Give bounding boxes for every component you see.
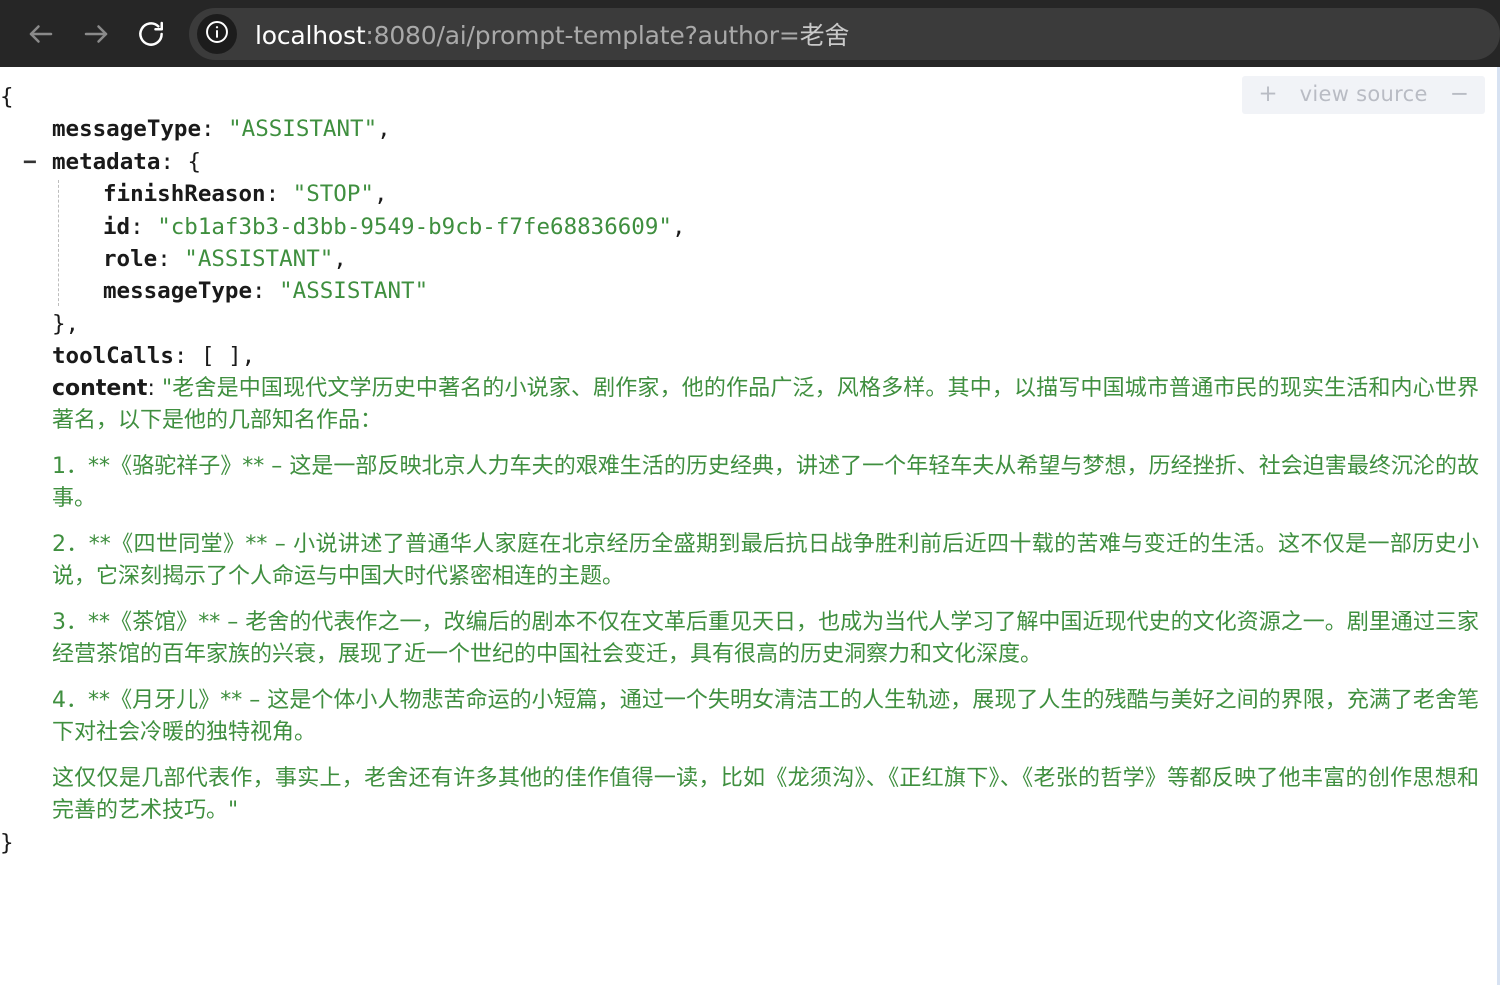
url-text[interactable]: localhost:8080/ai/prompt-template?author… (255, 16, 849, 52)
arrow-left-icon (26, 19, 56, 49)
value-finishReason: "STOP" (292, 181, 374, 208)
comma: , (377, 116, 391, 143)
json-open-brace: { (0, 84, 14, 110)
value-role: "ASSISTANT" (184, 246, 334, 273)
metadata-open-brace: { (187, 148, 202, 175)
content-paragraph-0-text: "老舍是中国现代文学历史中著名的小说家、剧作家，他的作品广泛，风格多样。其中，以… (52, 375, 1480, 433)
metadata-close-brace: }, (52, 310, 80, 337)
key-metadata: metadata (52, 148, 161, 175)
reload-icon (136, 19, 166, 49)
forward-button[interactable] (73, 11, 119, 57)
json-row-role: role: "ASSISTANT", (0, 243, 1487, 275)
colon: : (173, 343, 202, 370)
json-row-finishReason: finishReason: "STOP", (0, 178, 1487, 210)
info-circle-icon (204, 19, 230, 49)
colon: : (252, 278, 280, 305)
value-toolCalls: [ ], (201, 343, 256, 370)
url-host: localhost (255, 20, 366, 50)
content-paragraph-1: 1．**《骆驼祥子》** – 这是一部反映北京人力车夫的艰难生活的历史经典，讲述… (52, 453, 1479, 511)
key-id: id (103, 213, 131, 240)
value-metadata-messageType: "ASSISTANT" (279, 278, 429, 305)
key-role: role (103, 246, 158, 273)
colon: : (157, 246, 185, 273)
comma: , (373, 181, 388, 208)
json-row-id: id: "cb1af3b3-d3bb-9549-b9cb-f7fe6883660… (0, 211, 1487, 243)
reload-button[interactable] (128, 11, 174, 57)
json-row-metadata: metadata: { (0, 146, 1487, 178)
key-messageType: messageType (52, 116, 202, 143)
browser-toolbar: localhost:8080/ai/prompt-template?author… (0, 0, 1500, 67)
value-messageType: "ASSISTANT" (228, 116, 378, 143)
key-metadata-messageType: messageType (103, 278, 253, 305)
colon: : (130, 213, 158, 240)
key-content: content (52, 375, 148, 401)
json-row-messageType: messageType: "ASSISTANT", (0, 113, 1487, 145)
url-param-value: 老舍 (799, 20, 850, 50)
site-info-button[interactable] (197, 13, 237, 54)
comma: , (671, 213, 686, 240)
address-bar[interactable]: localhost:8080/ai/prompt-template?author… (189, 7, 1500, 60)
key-toolCalls: toolCalls (52, 343, 174, 370)
indent-guide-line (58, 180, 59, 306)
json-viewer: { messageType: "ASSISTANT", − metadata: … (0, 67, 1497, 859)
colon: : (147, 375, 162, 401)
metadata-collapse-toggle[interactable]: − (23, 146, 37, 178)
page-viewport: + view source − { messageType: "ASSISTAN… (0, 67, 1500, 985)
colon: : (201, 116, 229, 143)
metadata-block: − metadata: { finishReason: "STOP", id: … (0, 146, 1487, 340)
comma: , (333, 246, 347, 273)
value-id: "cb1af3b3-d3bb-9549-b9cb-f7fe68836609" (157, 213, 672, 240)
content-paragraph-2: 2．**《四世同堂》** – 小说讲述了普通华人家庭在北京经历全盛期到最后抗日战… (52, 531, 1479, 589)
back-button[interactable] (18, 11, 64, 57)
content-paragraph-3: 3．**《茶馆》** – 老舍的代表作之一，改编后的剧本不仅在文革后重见天日，也… (52, 609, 1479, 667)
url-path: :8080/ai/prompt-template?author= (365, 20, 800, 50)
json-row-metadata-messageType: messageType: "ASSISTANT" (0, 275, 1487, 307)
content-paragraph-5: 这仅仅是几部代表作，事实上，老舍还有许多其他的佳作值得一读，比如《龙须沟》、《正… (52, 765, 1479, 823)
colon: : (265, 181, 293, 208)
key-finishReason: finishReason (103, 181, 266, 208)
metadata-children: finishReason: "STOP", id: "cb1af3b3-d3bb… (0, 178, 1487, 308)
json-close-brace: } (0, 829, 14, 856)
json-row-toolCalls: toolCalls: [ ], (0, 340, 1487, 372)
arrow-right-icon (81, 19, 111, 49)
colon: : (160, 148, 188, 175)
content-paragraph-0: content: "老舍是中国现代文学历史中著名的小说家、剧作家，他的作品广泛，… (52, 373, 1487, 437)
json-row-content: content: "老舍是中国现代文学历史中著名的小说家、剧作家，他的作品广泛，… (0, 373, 1487, 827)
content-paragraph-4: 4．**《月牙儿》** – 这是个体小人物悲苦命运的小短篇，通过一个失明女清洁工… (52, 687, 1479, 745)
